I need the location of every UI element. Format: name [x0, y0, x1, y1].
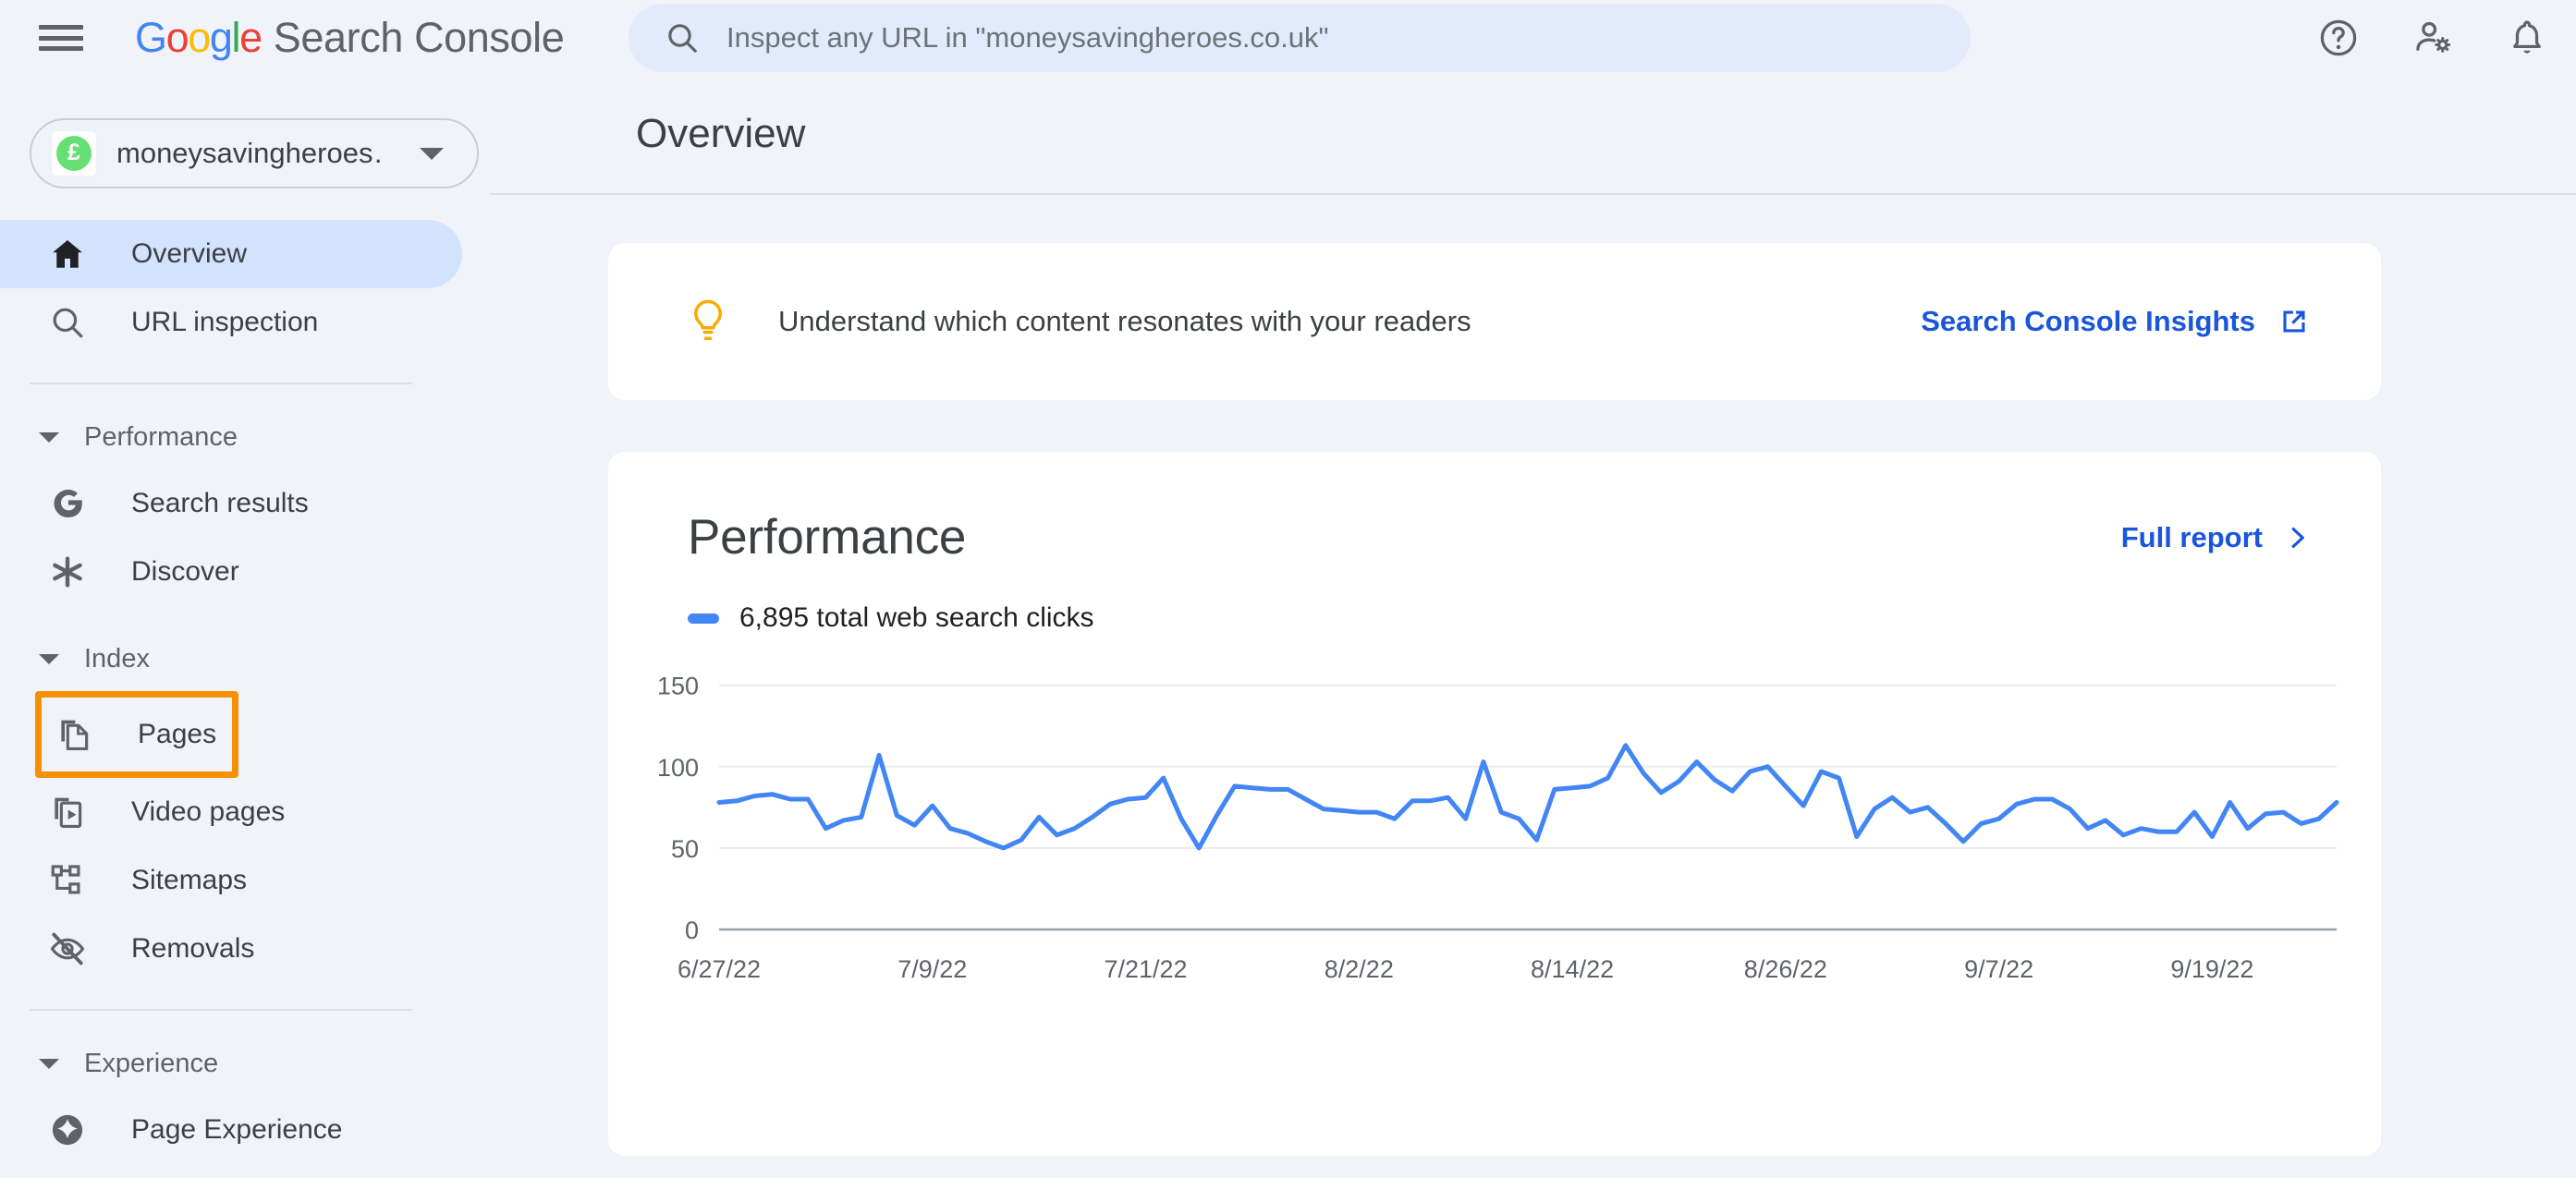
full-report-label: Full report	[2120, 520, 2263, 553]
property-selector[interactable]: £ moneysavingheroes…	[30, 118, 479, 188]
y-axis-tick-label: 50	[671, 835, 699, 863]
caret-down-icon	[39, 653, 59, 664]
favicon-glyph: £	[56, 136, 92, 171]
performance-chart[interactable]: 0 50 100 150 6/27/22 7/9/22 7/21/22 8/2/22 8/14/…	[608, 656, 2381, 1007]
x-axis-tick-label: 8/26/22	[1744, 955, 1827, 983]
hamburger-line	[39, 46, 83, 51]
x-axis-tick-label: 9/19/22	[2170, 955, 2253, 983]
sidebar-item-label: Discover	[131, 556, 239, 587]
search-icon	[53, 308, 83, 338]
sidebar-item-label: Sitemaps	[131, 865, 248, 895]
search-placeholder-text: Inspect any URL in "moneysavingheroes.co…	[726, 21, 1329, 54]
chevron-down-icon	[420, 147, 444, 160]
sidebar-group-experience[interactable]: Experience	[0, 1031, 490, 1096]
x-axis-tick-label: 7/9/22	[897, 955, 967, 983]
property-name: moneysavingheroes…	[116, 137, 383, 169]
video-pages-icon	[55, 797, 82, 828]
y-axis-tick-label: 0	[685, 917, 699, 944]
legend-swatch	[688, 613, 719, 624]
hamburger-line	[39, 35, 83, 41]
sidebar-item-label: URL inspection	[131, 307, 319, 337]
sidebar-group-label: Index	[84, 643, 150, 674]
sidebar-divider	[30, 1009, 412, 1011]
hamburger-menu-icon[interactable]	[39, 20, 85, 55]
sidebar-item-sitemaps[interactable]: Sitemaps	[0, 846, 462, 915]
caret-down-icon	[39, 1058, 59, 1069]
y-axis-tick-label: 150	[657, 673, 699, 700]
sidebar-item-overview[interactable]: Overview	[0, 220, 462, 288]
sidebar-item-url-inspection[interactable]: URL inspection	[0, 288, 462, 357]
brand-logo[interactable]: Google Search Console	[135, 14, 565, 62]
insights-link-label: Search Console Insights	[1921, 305, 2255, 337]
person-gear-icon[interactable]	[2411, 17, 2454, 59]
sidebar-item-label: Removals	[131, 933, 255, 964]
x-axis-tick-label: 8/2/22	[1325, 955, 1394, 983]
main-content: Overview Understand which content resona…	[490, 76, 2576, 1178]
legend-label: 6,895 total web search clicks	[739, 602, 1094, 633]
hamburger-line	[39, 25, 83, 30]
sidebar-divider	[30, 383, 412, 384]
google-wordmark: Google	[135, 14, 262, 61]
external-link-icon	[2283, 310, 2305, 333]
x-axis-tick-label: 8/14/22	[1531, 955, 1614, 983]
performance-card-header: Performance Full report	[608, 452, 2381, 565]
home-icon	[53, 239, 82, 268]
performance-card: Performance Full report 6,895 total web …	[608, 452, 2381, 1156]
sidebar-item-discover[interactable]: Discover	[0, 538, 462, 606]
search-icon	[668, 24, 697, 53]
sidebar-nav: Overview URL inspection Performance Sear…	[0, 220, 490, 1164]
sidebar-item-label: Video pages	[131, 796, 286, 827]
bell-icon[interactable]	[2506, 17, 2548, 59]
sparkle-circle-icon	[52, 1114, 83, 1146]
google-g-icon	[54, 489, 82, 518]
page-title: Overview	[636, 111, 806, 156]
chart-legend[interactable]: 6,895 total web search clicks	[688, 602, 2381, 634]
top-bar-actions	[2317, 0, 2548, 76]
pound-coin-favicon: £	[52, 131, 96, 176]
help-circle-icon[interactable]	[2317, 17, 2360, 59]
sidebar-group-label: Experience	[84, 1048, 219, 1078]
asterisk-icon	[53, 556, 82, 588]
sitemap-icon	[51, 865, 80, 894]
x-axis-tick-label: 7/21/22	[1104, 955, 1187, 983]
sidebar-item-label: Search results	[131, 488, 309, 518]
lightbulb-icon	[694, 299, 722, 340]
sidebar-item-search-results[interactable]: Search results	[0, 469, 462, 538]
sidebar-group-performance[interactable]: Performance	[0, 405, 490, 469]
y-axis-tick-label: 100	[657, 754, 699, 782]
x-axis-tick-label: 9/7/22	[1964, 955, 2033, 983]
title-divider	[490, 193, 2576, 195]
full-report-link[interactable]: Full report	[2121, 521, 2311, 554]
insights-banner: Understand which content resonates with …	[608, 243, 2381, 400]
eye-off-icon	[50, 932, 85, 965]
sidebar-item-label: Page Experience	[131, 1114, 343, 1145]
sidebar-item-removals[interactable]: Removals	[0, 915, 462, 983]
search-console-insights-link[interactable]: Search Console Insights	[1921, 305, 2311, 338]
chart-line-series	[716, 743, 2339, 851]
sidebar-item-label: Overview	[131, 238, 248, 269]
caret-down-icon	[39, 431, 59, 443]
clicks-line-chart[interactable]: 0 50 100 150 6/27/22 7/9/22 7/21/22 8/2/22 8/14/…	[608, 656, 2381, 1007]
top-bar: Google Search Console Inspect any URL in…	[0, 0, 2576, 76]
sidebar-item-page-experience[interactable]: Page Experience	[0, 1096, 462, 1164]
product-name: Search Console	[273, 14, 565, 61]
search-input[interactable]: Inspect any URL in "moneysavingheroes.co…	[629, 4, 1971, 72]
copy-pages-icon	[61, 720, 89, 750]
insights-message: Understand which content resonates with …	[778, 305, 1471, 337]
performance-title: Performance	[688, 510, 967, 565]
sidebar-item-label: Pages	[138, 719, 217, 749]
chevron-right-icon	[2291, 527, 2304, 548]
x-axis-tick-label: 6/27/22	[678, 955, 761, 983]
sidebar-item-video-pages[interactable]: Video pages	[0, 778, 462, 846]
sidebar-group-index[interactable]: Index	[0, 626, 490, 691]
sidebar-item-pages[interactable]: Pages	[35, 691, 238, 778]
search-console-app: Google Search Console Inspect any URL in…	[0, 0, 2576, 1178]
sidebar: £ moneysavingheroes… Overview URL inspec…	[0, 76, 490, 1178]
sidebar-group-label: Performance	[84, 421, 238, 452]
